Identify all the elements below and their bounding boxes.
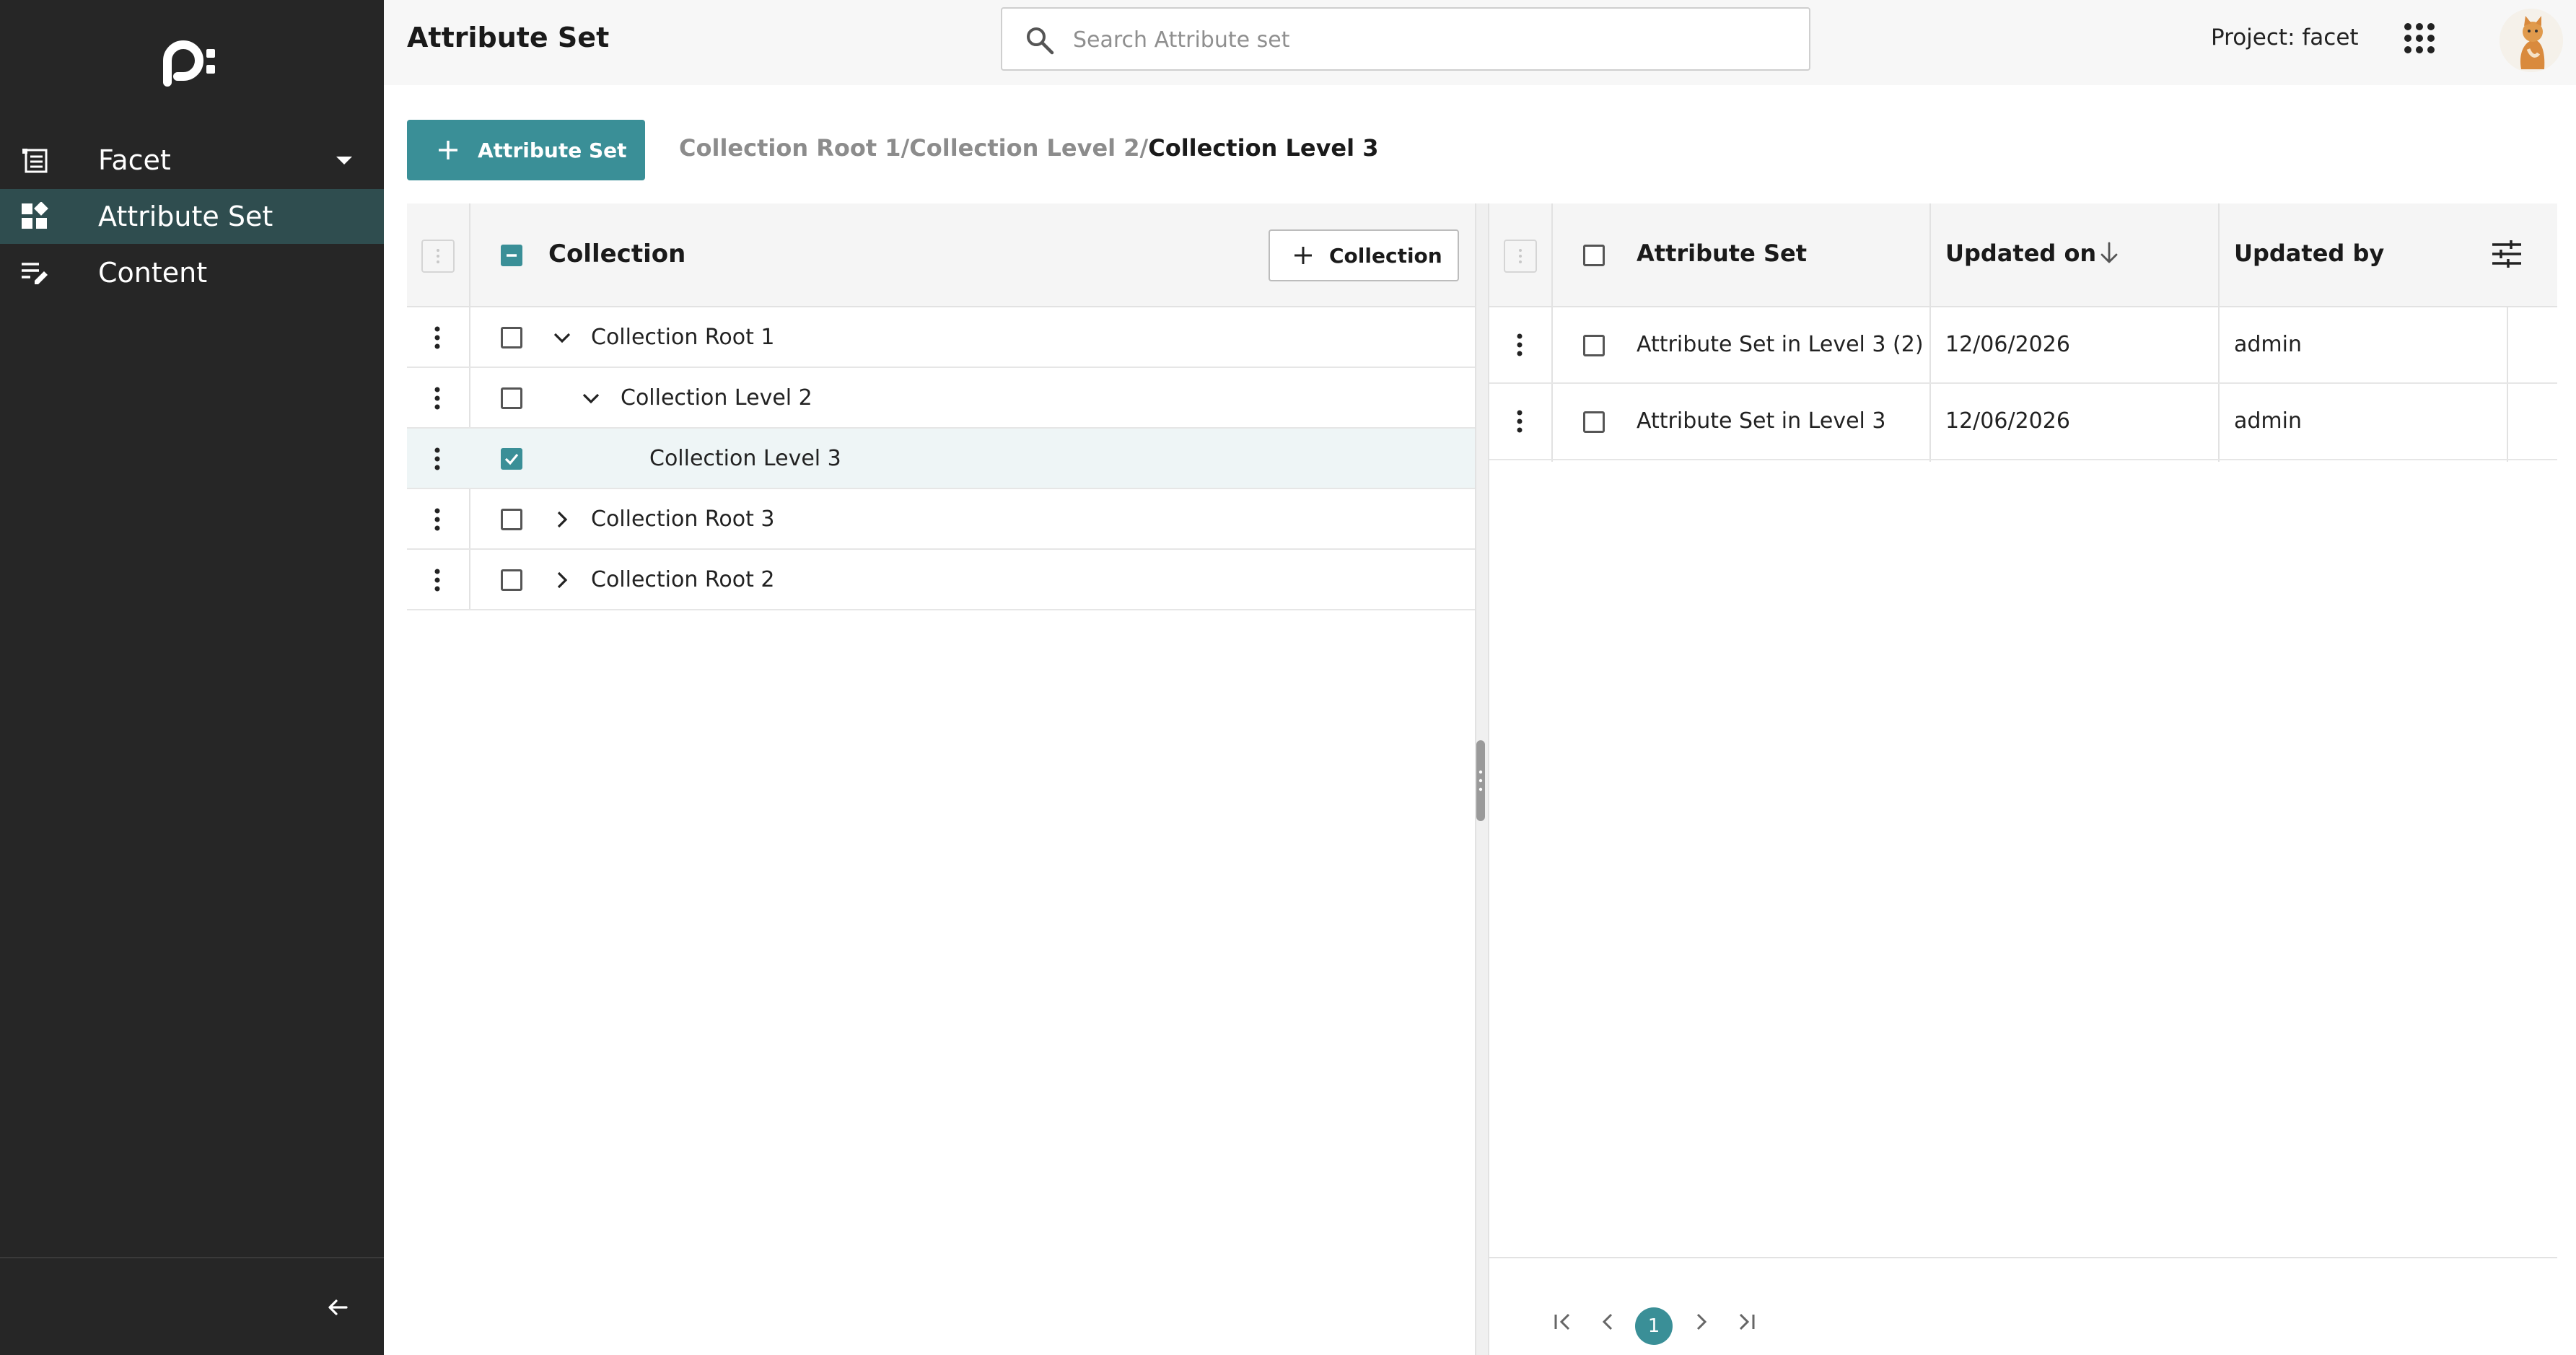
sidebar-item-label: Content [98, 257, 208, 289]
add-attribute-set-button[interactable]: Attribute Set [407, 120, 645, 180]
sidebar-item-facet[interactable]: Facet [0, 133, 384, 188]
checkmark-icon [504, 453, 519, 465]
attribute-set-table-header: Attribute Set Updated on Updated by [1489, 203, 2557, 307]
grip-dots-icon [1478, 770, 1483, 791]
previous-page-icon[interactable] [1593, 1307, 1622, 1336]
next-page-icon[interactable] [1687, 1307, 1716, 1336]
updated-by-value: admin [2234, 408, 2302, 434]
apps-grid-icon[interactable] [2403, 22, 2436, 55]
collection-panel: Collection Collection Collection Root 1 … [407, 203, 1475, 1355]
row-checkbox[interactable] [1583, 335, 1605, 356]
kebab-icon [1519, 249, 1522, 263]
project-label[interactable]: Project: facet [2211, 25, 2359, 51]
list-icon [22, 149, 48, 173]
table-row[interactable]: Attribute Set in Level 3 (2) 12/06/2026 … [1489, 307, 2557, 384]
chevron-right-icon[interactable] [551, 509, 573, 530]
tree-row[interactable]: Collection Root 2 [407, 550, 1475, 610]
add-collection-label: Collection [1329, 243, 1442, 268]
tree-label[interactable]: Collection Root 3 [591, 507, 775, 532]
sidebar-item-label: Facet [98, 144, 171, 176]
pagination-divider [1489, 1257, 2557, 1258]
row-menu-icon[interactable] [430, 505, 444, 534]
updated-on-value: 12/06/2026 [1945, 332, 2070, 357]
sort-descending-icon[interactable] [2098, 241, 2120, 266]
tree-row[interactable]: Collection Level 2 [407, 368, 1475, 429]
sidebar: Facet Attribute Set Content [0, 0, 384, 1355]
tree-label[interactable]: Collection Level 2 [621, 385, 812, 411]
kebab-icon [437, 249, 439, 263]
chevron-down-icon[interactable] [551, 327, 573, 348]
chevron-down-icon[interactable] [580, 387, 602, 409]
current-page-button[interactable]: 1 [1635, 1307, 1673, 1345]
column-drag-handle[interactable] [421, 240, 455, 273]
indeterminate-icon [507, 254, 517, 257]
updated-by-value: admin [2234, 332, 2302, 357]
column-header-updated-on[interactable]: Updated on [1945, 240, 2096, 267]
row-menu-icon[interactable] [1512, 330, 1527, 359]
search-box[interactable] [1001, 7, 1810, 71]
plus-icon [1294, 247, 1312, 264]
row-checkbox[interactable] [501, 387, 522, 409]
row-menu-icon[interactable] [430, 384, 444, 413]
collapse-sidebar-icon[interactable] [323, 1293, 352, 1322]
app-logo [163, 40, 215, 87]
column-header-attribute-set[interactable]: Attribute Set [1637, 240, 1807, 267]
chevron-right-icon[interactable] [551, 569, 573, 591]
last-page-icon[interactable] [1732, 1307, 1761, 1336]
widgets-icon [22, 202, 48, 229]
breadcrumb-separator: / [1139, 134, 1149, 162]
select-all-collections-checkbox[interactable] [501, 245, 522, 266]
sidebar-item-content[interactable]: Content [0, 245, 384, 300]
attribute-set-panel: Attribute Set Updated on Updated by Attr… [1489, 203, 2557, 1355]
select-all-attribute-sets-checkbox[interactable] [1583, 245, 1605, 266]
collection-table-header: Collection Collection [407, 203, 1475, 307]
tree-row[interactable]: Collection Level 3 [407, 429, 1475, 489]
add-attribute-set-label: Attribute Set [478, 138, 627, 162]
row-checkbox[interactable] [501, 327, 522, 348]
column-settings-icon[interactable] [2491, 240, 2523, 268]
tree-label[interactable]: Collection Root 1 [591, 325, 775, 350]
breadcrumb-separator: / [901, 134, 910, 162]
breadcrumb-item[interactable]: Collection Level 2 [909, 134, 1139, 162]
row-checkbox[interactable] [501, 448, 522, 470]
search-icon [1027, 27, 1054, 55]
row-menu-icon[interactable] [430, 566, 444, 595]
column-drag-handle[interactable] [1504, 240, 1537, 273]
plus-icon [439, 141, 457, 159]
row-checkbox[interactable] [1583, 411, 1605, 433]
updated-on-value: 12/06/2026 [1945, 408, 2070, 434]
avatar[interactable] [2500, 9, 2563, 72]
search-input[interactable] [1073, 19, 1780, 61]
panel-splitter[interactable] [1475, 203, 1489, 1355]
tree-row[interactable]: Collection Root 1 [407, 307, 1475, 368]
attribute-set-name[interactable]: Attribute Set in Level 3 [1637, 408, 1886, 434]
table-row[interactable]: Attribute Set in Level 3 12/06/2026 admi… [1489, 384, 2557, 460]
page-title: Attribute Set [407, 22, 610, 53]
row-checkbox[interactable] [501, 509, 522, 530]
splitter-grip[interactable] [1476, 740, 1485, 821]
sidebar-item-label: Attribute Set [98, 201, 273, 232]
row-checkbox[interactable] [501, 569, 522, 591]
add-collection-button[interactable]: Collection [1269, 229, 1459, 281]
attribute-set-name[interactable]: Attribute Set in Level 3 (2) [1637, 332, 1924, 357]
row-menu-icon[interactable] [430, 444, 444, 473]
tree-label[interactable]: Collection Root 2 [591, 567, 775, 592]
top-header: Attribute Set Project: facet [384, 0, 2576, 85]
row-menu-icon[interactable] [430, 323, 444, 352]
sidebar-item-attribute-set[interactable]: Attribute Set [0, 189, 384, 244]
breadcrumb: Collection Root 1/Collection Level 2/Col… [679, 134, 1379, 162]
sidebar-divider [0, 1257, 384, 1258]
edit-list-icon [22, 263, 48, 284]
cat-avatar-icon [2500, 9, 2563, 72]
breadcrumb-current: Collection Level 3 [1148, 134, 1379, 162]
column-header-updated-by[interactable]: Updated by [2234, 240, 2384, 267]
tree-label[interactable]: Collection Level 3 [649, 446, 841, 471]
row-menu-icon[interactable] [1512, 407, 1527, 436]
breadcrumb-item[interactable]: Collection Root 1 [679, 134, 901, 162]
caret-down-icon[interactable] [335, 153, 354, 167]
first-page-icon[interactable] [1548, 1307, 1577, 1336]
tree-row[interactable]: Collection Root 3 [407, 489, 1475, 550]
collection-column-title: Collection [548, 240, 686, 268]
